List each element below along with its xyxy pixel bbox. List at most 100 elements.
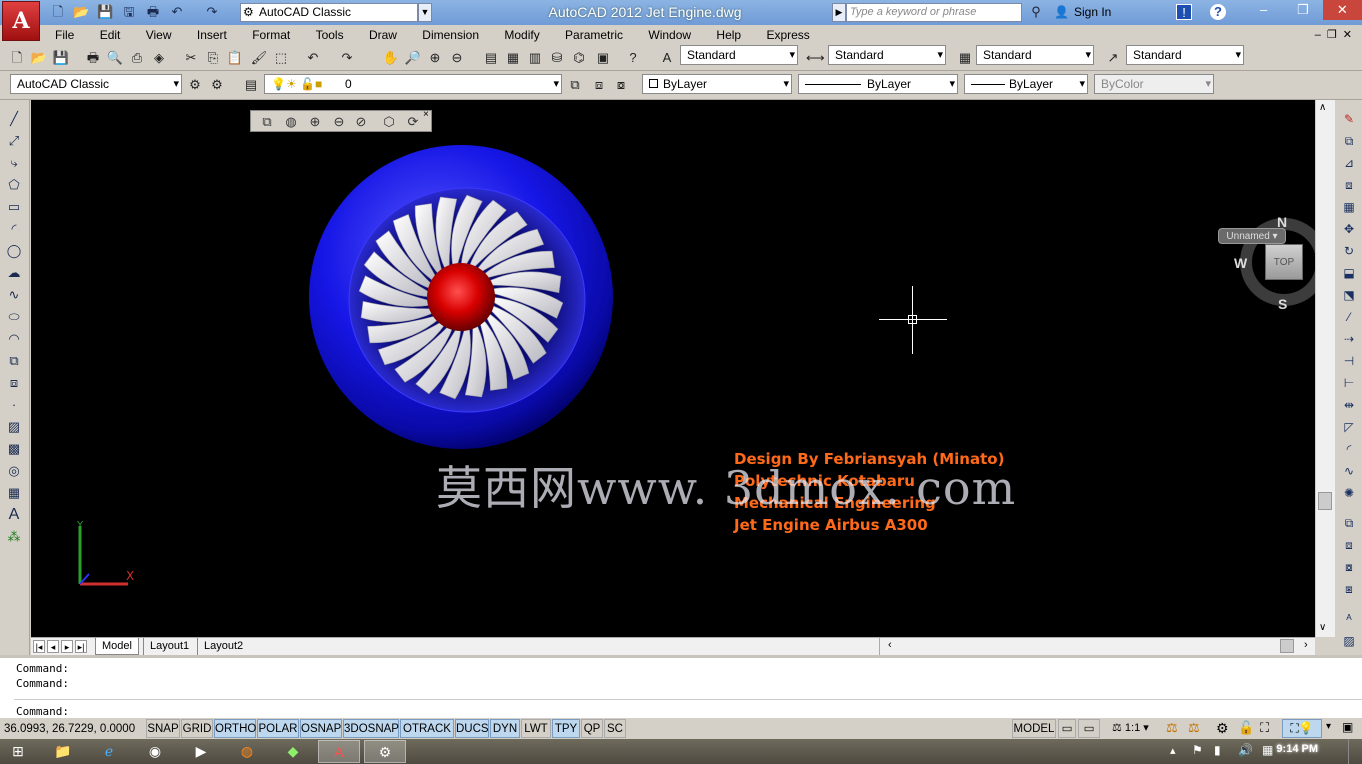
design-center-icon[interactable]: ▦ [504, 50, 522, 66]
toggle-ducs[interactable]: DUCS [455, 719, 489, 738]
send-under-icon[interactable]: ⧆ [1340, 580, 1358, 598]
dim-style-select[interactable]: Standard [828, 45, 946, 65]
stretch-icon[interactable]: ⬔ [1340, 286, 1358, 304]
new-file-icon[interactable]: 🗋 [50, 4, 66, 20]
workspace-lock-icon[interactable]: ⚙ [208, 77, 226, 93]
hardware-acceleration-icon[interactable]: ⛶ [1260, 720, 1269, 736]
show-hidden-icons[interactable]: ▴ [1170, 744, 1176, 757]
line-icon[interactable]: ╱ [5, 110, 23, 128]
scroll-right-icon[interactable]: › [1304, 639, 1308, 651]
zoom-realtime-icon[interactable]: 🔎 [404, 50, 422, 66]
firefox-icon[interactable]: ◍ [226, 740, 268, 763]
volume-icon[interactable]: 🔊 [1238, 743, 1253, 757]
viewcube-top-face[interactable]: TOP [1265, 244, 1303, 280]
horizontal-scrollbar[interactable]: ‹ › [879, 638, 1315, 655]
trim-icon[interactable]: ⁄ [1340, 308, 1358, 326]
text-style-select[interactable]: Standard [680, 45, 798, 65]
compass-south[interactable]: S [1278, 296, 1287, 312]
blend-curves-icon[interactable]: ∿ [1340, 462, 1358, 480]
menu-view[interactable]: View [135, 25, 183, 45]
menu-express[interactable]: Express [755, 25, 820, 45]
toggle-sc[interactable]: SC [604, 719, 626, 738]
make-block-icon[interactable]: ⧈ [5, 374, 23, 392]
layer-states-icon[interactable]: ⧇ [612, 77, 630, 93]
polygon-icon[interactable]: ⬠ [5, 176, 23, 194]
application-menu-button[interactable]: A [2, 1, 40, 41]
menu-tools[interactable]: Tools [305, 25, 355, 45]
network-icon[interactable]: ▦ [1262, 743, 1273, 757]
menu-edit[interactable]: Edit [89, 25, 132, 45]
restore-button[interactable]: ❐ [1283, 0, 1322, 20]
search-input[interactable]: Type a keyword or phrase [846, 3, 1022, 22]
open-file-icon[interactable]: 📂 [73, 4, 89, 20]
undo-icon[interactable]: ↶ [304, 50, 322, 66]
minimize-button[interactable]: – [1244, 0, 1283, 20]
offset-icon[interactable]: ⧈ [1340, 176, 1358, 194]
bring-above-icon[interactable]: ⧇ [1340, 558, 1358, 576]
text-front-icon[interactable]: ᴬ [1340, 610, 1358, 628]
drawing-canvas[interactable]: Y X Design By Febriansyah (Minato) Polyt… [31, 100, 1315, 637]
workspace-switching-icon[interactable]: ⚙ [1216, 720, 1229, 737]
menu-help[interactable]: Help [705, 25, 752, 45]
auto-scale-icon[interactable]: ⚖ [1188, 720, 1200, 736]
quick-view-drawings-icon[interactable]: ▭ [1078, 719, 1100, 738]
quick-view-layouts-icon[interactable]: ▭ [1058, 719, 1076, 738]
join-icon[interactable]: ⇹ [1340, 396, 1358, 414]
3d-orbit-icon[interactable]: ◍ [281, 113, 301, 130]
paste-icon[interactable]: 📋 [226, 50, 244, 66]
make-current-layer-icon[interactable]: ⧉ [566, 77, 584, 93]
toggle-lwt[interactable]: LWT [521, 719, 551, 738]
next-tab-button[interactable]: ▸ [61, 640, 73, 653]
draw-order-front-icon[interactable]: ⧉ [1340, 514, 1358, 532]
scroll-thumb[interactable] [1318, 492, 1332, 510]
mleader-style-icon[interactable]: ↗ [1104, 50, 1122, 66]
tool-palettes-icon[interactable]: ▥ [526, 50, 544, 66]
spline-icon[interactable]: ∿ [5, 286, 23, 304]
toggle-osnap[interactable]: OSNAP [300, 719, 342, 738]
scroll-down-icon[interactable]: ∨ [1319, 622, 1326, 633]
menu-window[interactable]: Window [637, 25, 702, 45]
zoom-previous-icon[interactable]: ⊖ [448, 50, 466, 66]
media-player-icon[interactable]: ▶ [180, 740, 222, 763]
mleader-style-select[interactable]: Standard [1126, 45, 1244, 65]
dim-style-icon[interactable]: ⟷ [806, 50, 825, 66]
search-expand-button[interactable]: ▶ [832, 3, 846, 22]
table-style-icon[interactable]: ▦ [956, 50, 974, 66]
last-tab-button[interactable]: ▸| [75, 640, 87, 653]
block-editor-icon[interactable]: ⬚ [272, 50, 290, 66]
3d-zoom-in-icon[interactable]: ⊕ [305, 113, 325, 130]
menu-file[interactable]: File [44, 25, 85, 45]
close-button[interactable]: ✕ [1322, 0, 1362, 20]
lineweight-select[interactable]: ByLayer [964, 74, 1088, 94]
windows-start-icon[interactable]: ⊞ [0, 740, 36, 763]
vertical-scrollbar[interactable]: ∧ ∨ [1315, 100, 1335, 637]
3d-view-cube-icon[interactable]: ⬡ [379, 113, 399, 130]
quickcalc-icon[interactable]: ▣ [594, 50, 612, 66]
system-clock[interactable]: 9:14 PM [1276, 743, 1318, 755]
3d-pan-icon[interactable]: ⧉ [257, 113, 277, 130]
toggle-dyn[interactable]: DYN [490, 719, 520, 738]
revision-cloud-icon[interactable]: ☁ [5, 264, 23, 282]
tool-taskbar-icon[interactable]: ⚙ [364, 740, 406, 763]
sign-in-button[interactable]: 👤 Sign In [1052, 3, 1170, 22]
scale-icon[interactable]: ⬓ [1340, 264, 1358, 282]
table-style-select[interactable]: Standard [976, 45, 1094, 65]
3d-zoom-out-icon[interactable]: ⊖ [329, 113, 349, 130]
polyline-icon[interactable]: ⤷ [5, 154, 23, 172]
menu-format[interactable]: Format [241, 25, 301, 45]
chamfer-icon[interactable]: ◸ [1340, 418, 1358, 436]
linetype-select[interactable]: ByLayer [798, 74, 958, 94]
add-selected-icon[interactable]: ⁂ [5, 528, 23, 546]
chrome-icon[interactable]: ◉ [134, 740, 176, 763]
copy-icon[interactable]: ⎘ [204, 50, 222, 66]
layer-select[interactable]: 💡☀ 🔓■ 0 [264, 74, 562, 94]
extend-icon[interactable]: ⇢ [1340, 330, 1358, 348]
undo-icon[interactable]: ↶ [169, 4, 185, 20]
circle-icon[interactable]: ◯ [5, 242, 23, 260]
redo-icon[interactable]: ↷ [338, 50, 356, 66]
region-icon[interactable]: ◎ [5, 462, 23, 480]
clean-screen-icon[interactable]: ▣ [1342, 720, 1353, 734]
3d-swivel-icon[interactable]: ⟳ [403, 113, 423, 130]
menu-parametric[interactable]: Parametric [554, 25, 634, 45]
open-icon[interactable]: 📂 [30, 50, 48, 66]
